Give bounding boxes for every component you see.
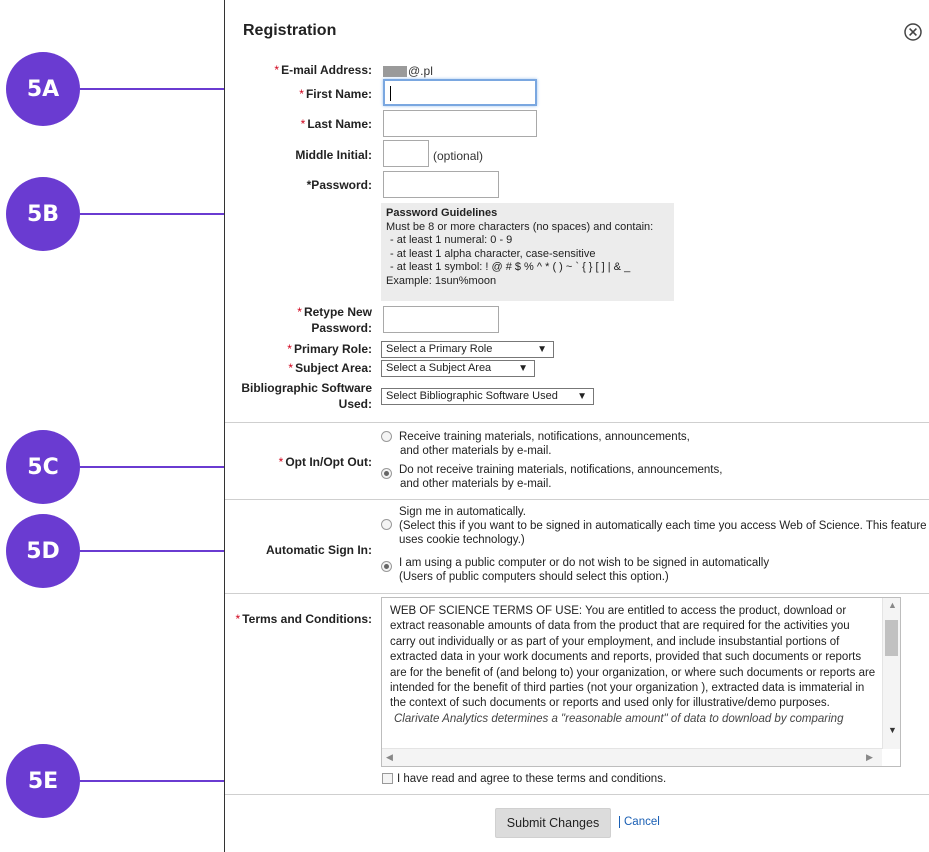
email-label: * E-mail Address: [274, 63, 372, 77]
bibliographic-software-select[interactable]: Select Bibliographic Software Used ▼ [381, 388, 594, 405]
auto-sign-in-label: Automatic Sign In: [266, 543, 372, 557]
first-name-label: * First Name: [299, 87, 372, 101]
redacted-block [383, 65, 407, 77]
terms-label: * Terms and Conditions: [235, 612, 372, 626]
opt-in-option-text: Receive training materials, notification… [399, 431, 690, 457]
terms-text-area[interactable]: WEB OF SCIENCE TERMS OF USE: You are ent… [381, 597, 901, 767]
section-divider [225, 499, 929, 500]
callout-line [80, 550, 240, 552]
middle-initial-field[interactable] [383, 140, 429, 167]
password-guidelines: Password Guidelines Must be 8 or more ch… [381, 203, 674, 301]
callout-badge: 5B [6, 177, 80, 251]
subject-area-label: * Subject Area: [288, 361, 372, 375]
public-computer-radio[interactable] [381, 561, 392, 572]
scroll-right-icon[interactable]: ▶ [866, 752, 873, 763]
dropdown-arrow-icon: ▼ [577, 391, 587, 402]
callout-badge: 5C [6, 430, 80, 504]
guidelines-line: Example: 1sun%moon [386, 274, 497, 287]
dropdown-arrow-icon: ▼ [537, 344, 547, 355]
callout-badge: 5E [6, 744, 80, 818]
guidelines-line: - at least 1 symbol: ! @ # $ % ^ * ( ) ~… [390, 261, 631, 273]
opt-in-label: * Opt In/Opt Out: [278, 455, 372, 469]
text-caret [390, 86, 391, 101]
section-divider [225, 593, 929, 594]
retype-password-field[interactable] [383, 306, 499, 333]
first-name-field[interactable] [383, 79, 537, 106]
callout-line [80, 466, 240, 468]
callout-badge: 5A [6, 52, 80, 126]
callout-badge: 5D [6, 514, 80, 588]
guidelines-line: - at least 1 alpha character, case-sensi… [390, 247, 596, 260]
guidelines-title: Password Guidelines [386, 207, 498, 219]
horizontal-scrollbar[interactable]: ◀ ▶ [382, 748, 882, 766]
guidelines-line: - at least 1 numeral: 0 - 9 [390, 234, 513, 246]
retype-password-label: * Retype New Password: [297, 305, 372, 335]
bibliographic-software-label: Bibliographic Software Used: [241, 381, 372, 411]
middle-initial-label: Middle Initial: [295, 148, 372, 162]
terms-content: WEB OF SCIENCE TERMS OF USE: You are ent… [390, 605, 876, 725]
required-mark: * [274, 63, 280, 77]
optional-hint: (optional) [433, 149, 484, 163]
scroll-thumb[interactable] [885, 620, 898, 656]
scroll-left-icon[interactable]: ◀ [386, 752, 393, 763]
section-divider [225, 422, 929, 423]
dropdown-arrow-icon: ▼ [518, 363, 528, 374]
auto-sign-in-option-text: Sign me in automatically. (Select this i… [399, 506, 927, 546]
opt-out-option-text: Do not receive training materials, notif… [399, 464, 723, 490]
subject-area-select[interactable]: Select a Subject Area ▼ [381, 360, 535, 377]
dialog-title: Registration [243, 22, 337, 39]
email-value: @.pl [383, 64, 433, 78]
auto-sign-in-radio[interactable] [381, 519, 392, 530]
primary-role-select[interactable]: Select a Primary Role ▼ [381, 341, 554, 358]
opt-out-radio[interactable] [381, 468, 392, 479]
scroll-down-icon[interactable]: ▼ [888, 725, 897, 735]
password-label: *Password: [306, 178, 372, 192]
agree-checkbox[interactable] [382, 773, 393, 784]
last-name-field[interactable] [383, 110, 537, 137]
guidelines-line: Must be 8 or more characters (no spaces)… [386, 220, 654, 233]
last-name-label: * Last Name: [300, 117, 372, 131]
close-circle-icon[interactable] [903, 22, 923, 42]
agree-label: I have read and agree to these terms and… [397, 773, 667, 785]
primary-role-label: * Primary Role: [287, 342, 372, 356]
registration-dialog: Registration * E-mail Address: @.pl * Firs… [224, 0, 929, 852]
submit-changes-button[interactable]: Submit Changes [495, 808, 611, 838]
public-computer-option-text: I am using a public computer or do not w… [399, 557, 770, 583]
section-divider [225, 794, 929, 795]
vertical-scrollbar[interactable]: ▲ ▼ [882, 598, 900, 749]
cancel-link[interactable]: Cancel [619, 816, 660, 828]
scroll-up-icon[interactable]: ▲ [888, 600, 897, 610]
opt-in-radio[interactable] [381, 431, 392, 442]
password-field[interactable] [383, 171, 499, 198]
